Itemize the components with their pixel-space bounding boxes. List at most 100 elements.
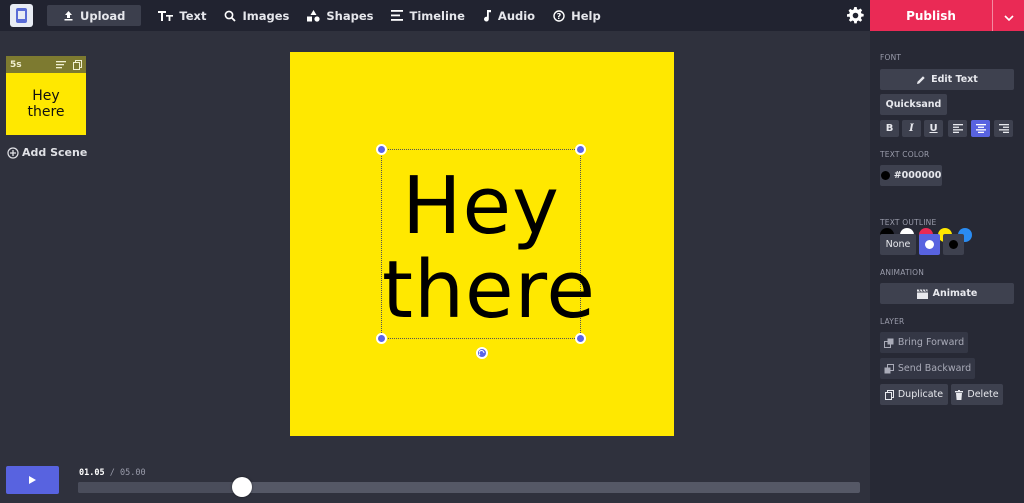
music-note-icon — [483, 9, 492, 22]
resize-handle-top-right[interactable] — [575, 144, 586, 155]
upload-icon — [63, 10, 74, 21]
audio-menu-label: Audio — [497, 8, 536, 23]
play-button[interactable] — [6, 466, 59, 494]
publish-options-button[interactable] — [992, 0, 1024, 31]
text-menu-label: Text — [179, 8, 207, 23]
bring-forward-button[interactable]: Bring Forward — [880, 332, 968, 353]
shapes-menu-button[interactable]: Shapes — [298, 0, 382, 31]
align-left-icon — [952, 124, 963, 133]
settings-gear-icon[interactable] — [847, 7, 864, 24]
bring-forward-icon — [883, 338, 894, 348]
timeline-menu-button[interactable]: Timeline — [382, 0, 473, 31]
help-menu-button[interactable]: ? Help — [544, 0, 610, 31]
app-logo[interactable] — [10, 4, 33, 27]
delete-button[interactable]: Delete — [951, 384, 1003, 405]
audio-menu-button[interactable]: Audio — [474, 0, 544, 31]
shapes-icon — [307, 9, 320, 22]
animate-label: Animate — [932, 288, 978, 299]
total-time: 05.00 — [119, 468, 146, 478]
align-left-button[interactable] — [948, 120, 967, 137]
scene-preview: Hey there — [6, 73, 86, 135]
clapperboard-icon — [916, 288, 928, 299]
underline-button[interactable]: U — [924, 120, 943, 137]
delete-label: Delete — [967, 389, 999, 400]
design-canvas[interactable]: Hey there — [290, 52, 674, 436]
color-picker-button[interactable]: #000000 — [880, 165, 942, 186]
publish-button[interactable]: Publish — [870, 0, 992, 31]
scene-header: 5s — [6, 56, 86, 73]
svg-text:?: ? — [557, 12, 562, 21]
scene-duration: 5s — [10, 59, 22, 70]
bold-icon: B — [885, 123, 894, 134]
resize-handle-bottom-left[interactable] — [376, 333, 387, 344]
align-right-button[interactable] — [994, 120, 1013, 137]
white-dot-icon — [925, 240, 934, 249]
publish-group: Publish — [870, 0, 1024, 31]
top-toolbar: Upload Text Images Shapes Timeline Audio… — [0, 0, 870, 31]
timeline-menu-label: Timeline — [409, 8, 465, 23]
add-scene-label: Add Scene — [22, 146, 88, 159]
images-menu-label: Images — [242, 8, 290, 23]
canvas-text[interactable]: Hey there — [382, 164, 595, 332]
rotate-handle-icon[interactable] — [476, 347, 488, 359]
align-center-button[interactable] — [971, 120, 990, 137]
animation-heading: ANIMATION — [880, 268, 925, 277]
italic-button[interactable]: I — [902, 120, 921, 137]
outline-none-button[interactable]: None — [880, 234, 916, 255]
time-separator: / — [109, 468, 115, 478]
outline-white-button[interactable] — [919, 234, 940, 255]
bring-forward-label: Bring Forward — [897, 337, 965, 348]
send-backward-label: Send Backward — [897, 363, 972, 374]
copy-icon — [884, 389, 894, 400]
upload-button[interactable]: Upload — [47, 5, 142, 26]
timeline-scrubber[interactable] — [78, 482, 860, 493]
layer-heading: LAYER — [880, 317, 905, 326]
align-right-icon — [998, 124, 1009, 133]
upload-label: Upload — [80, 8, 126, 23]
edit-text-label: Edit Text — [931, 74, 978, 85]
scene-preview-text: Hey there — [27, 88, 65, 120]
scrubber-handle[interactable] — [232, 477, 253, 497]
current-color-dot — [880, 171, 890, 180]
duplicate-button[interactable]: Duplicate — [880, 384, 948, 405]
add-scene-button[interactable]: Add Scene — [7, 146, 87, 159]
scene-thumbnail[interactable]: 5s Hey there — [6, 56, 86, 135]
current-time: 01.05 — [79, 468, 105, 478]
shapes-menu-label: Shapes — [326, 8, 374, 23]
edit-text-button[interactable]: Edit Text — [880, 69, 1014, 90]
chevron-down-icon — [1003, 6, 1014, 25]
outline-black-button[interactable] — [943, 234, 964, 255]
resize-handle-top-left[interactable] — [376, 144, 387, 155]
black-dot-icon — [949, 240, 958, 249]
scene-menu-icon[interactable] — [56, 60, 66, 69]
font-select[interactable]: Quicksand — [880, 94, 947, 115]
resize-handle-bottom-right[interactable] — [575, 333, 586, 344]
search-icon — [224, 10, 237, 22]
play-icon — [29, 476, 36, 484]
scene-copy-icon[interactable] — [73, 59, 82, 70]
timeline-icon — [391, 10, 404, 21]
selected-text-box[interactable]: Hey there — [376, 144, 595, 344]
plus-circle-icon — [7, 146, 19, 159]
help-icon: ? — [553, 9, 565, 22]
text-menu-button[interactable]: Text — [149, 0, 215, 31]
underline-icon: U — [929, 123, 938, 134]
text-color-heading: TEXT COLOR — [880, 150, 930, 159]
color-hex-value: #000000 — [893, 170, 942, 181]
text-outline-heading: TEXT OUTLINE — [880, 218, 937, 227]
font-heading: FONT — [880, 53, 902, 62]
text-icon — [158, 10, 174, 21]
duplicate-label: Duplicate — [897, 389, 944, 400]
help-menu-label: Help — [571, 8, 601, 23]
pencil-icon — [916, 75, 926, 85]
send-backward-icon — [884, 363, 894, 374]
align-center-icon — [975, 124, 986, 133]
images-menu-button[interactable]: Images — [215, 0, 298, 31]
timecode: 01.05 / 05.00 — [79, 468, 146, 478]
send-backward-button[interactable]: Send Backward — [880, 358, 975, 379]
properties-panel: FONT Edit Text Quicksand B I U TEXT COLO… — [870, 31, 1024, 503]
italic-icon: I — [909, 123, 914, 134]
timeline-progress — [78, 482, 243, 493]
animate-button[interactable]: Animate — [880, 283, 1014, 304]
bold-button[interactable]: B — [880, 120, 899, 137]
